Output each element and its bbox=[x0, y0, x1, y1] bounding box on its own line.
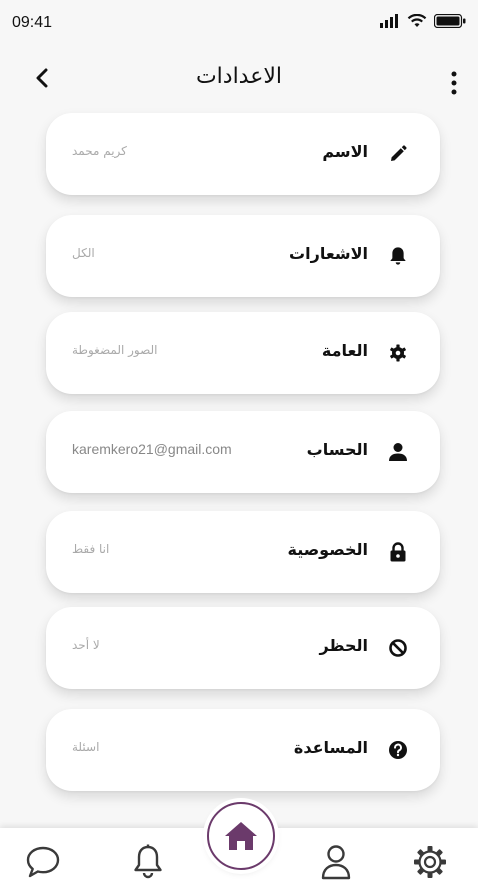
settings-icon bbox=[414, 846, 446, 878]
status-icons bbox=[380, 14, 466, 28]
app-header: الاعدادات bbox=[0, 52, 478, 104]
settings-item-label: الحساب bbox=[306, 440, 368, 459]
lock-icon bbox=[388, 542, 408, 562]
settings-item-value: الكل bbox=[72, 246, 95, 260]
settings-item-label: الاشعارات bbox=[289, 244, 368, 263]
status-time: 09:41 bbox=[12, 14, 53, 31]
more-options-button[interactable] bbox=[448, 70, 460, 96]
settings-item-label: المساعدة bbox=[293, 738, 368, 757]
settings-item-value: اسئلة bbox=[72, 740, 100, 754]
nav-settings-button[interactable] bbox=[410, 842, 450, 882]
settings-item-label: الاسم bbox=[322, 142, 368, 161]
settings-item-value: انا فقط bbox=[72, 542, 110, 556]
block-icon bbox=[388, 638, 408, 658]
settings-item-value: كريم محمد bbox=[72, 144, 127, 158]
help-icon bbox=[388, 740, 408, 760]
settings-item-notifications[interactable]: الاشعارات الكل bbox=[46, 215, 440, 297]
settings-item-help[interactable]: المساعدة اسئلة bbox=[46, 709, 440, 791]
nav-chat-button[interactable] bbox=[23, 842, 63, 882]
settings-item-value: الصور المضغوطة bbox=[72, 343, 158, 357]
nav-profile-button[interactable] bbox=[316, 842, 356, 882]
settings-item-general[interactable]: العامة الصور المضغوطة bbox=[46, 312, 440, 394]
nav-home-button[interactable] bbox=[207, 802, 275, 870]
nav-notifications-button[interactable] bbox=[128, 842, 168, 882]
gear-icon bbox=[388, 343, 408, 363]
settings-item-label: العامة bbox=[321, 341, 368, 360]
cellular-signal-icon bbox=[380, 14, 398, 28]
wifi-icon bbox=[407, 14, 427, 27]
person-icon bbox=[388, 442, 408, 462]
bell-icon bbox=[134, 844, 162, 879]
battery-icon bbox=[434, 14, 466, 28]
settings-item-value: لا أحد bbox=[72, 638, 100, 652]
settings-item-label: الخصوصية bbox=[287, 540, 368, 559]
chat-icon bbox=[26, 846, 60, 878]
status-bar: 09:41 bbox=[0, 0, 478, 46]
settings-item-name[interactable]: الاسم كريم محمد bbox=[46, 113, 440, 195]
settings-item-block[interactable]: الحظر لا أحد bbox=[46, 607, 440, 689]
settings-item-account[interactable]: الحساب karemkero21@gmail.com bbox=[46, 411, 440, 493]
pencil-icon bbox=[388, 144, 408, 164]
home-icon bbox=[225, 822, 257, 850]
settings-item-label: الحظر bbox=[319, 636, 368, 655]
settings-item-value: karemkero21@gmail.com bbox=[72, 441, 232, 457]
profile-icon bbox=[321, 845, 351, 880]
more-vertical-icon bbox=[451, 71, 457, 95]
settings-item-privacy[interactable]: الخصوصية انا فقط bbox=[46, 511, 440, 593]
bell-icon bbox=[388, 246, 408, 266]
page-title: الاعدادات bbox=[195, 64, 283, 89]
